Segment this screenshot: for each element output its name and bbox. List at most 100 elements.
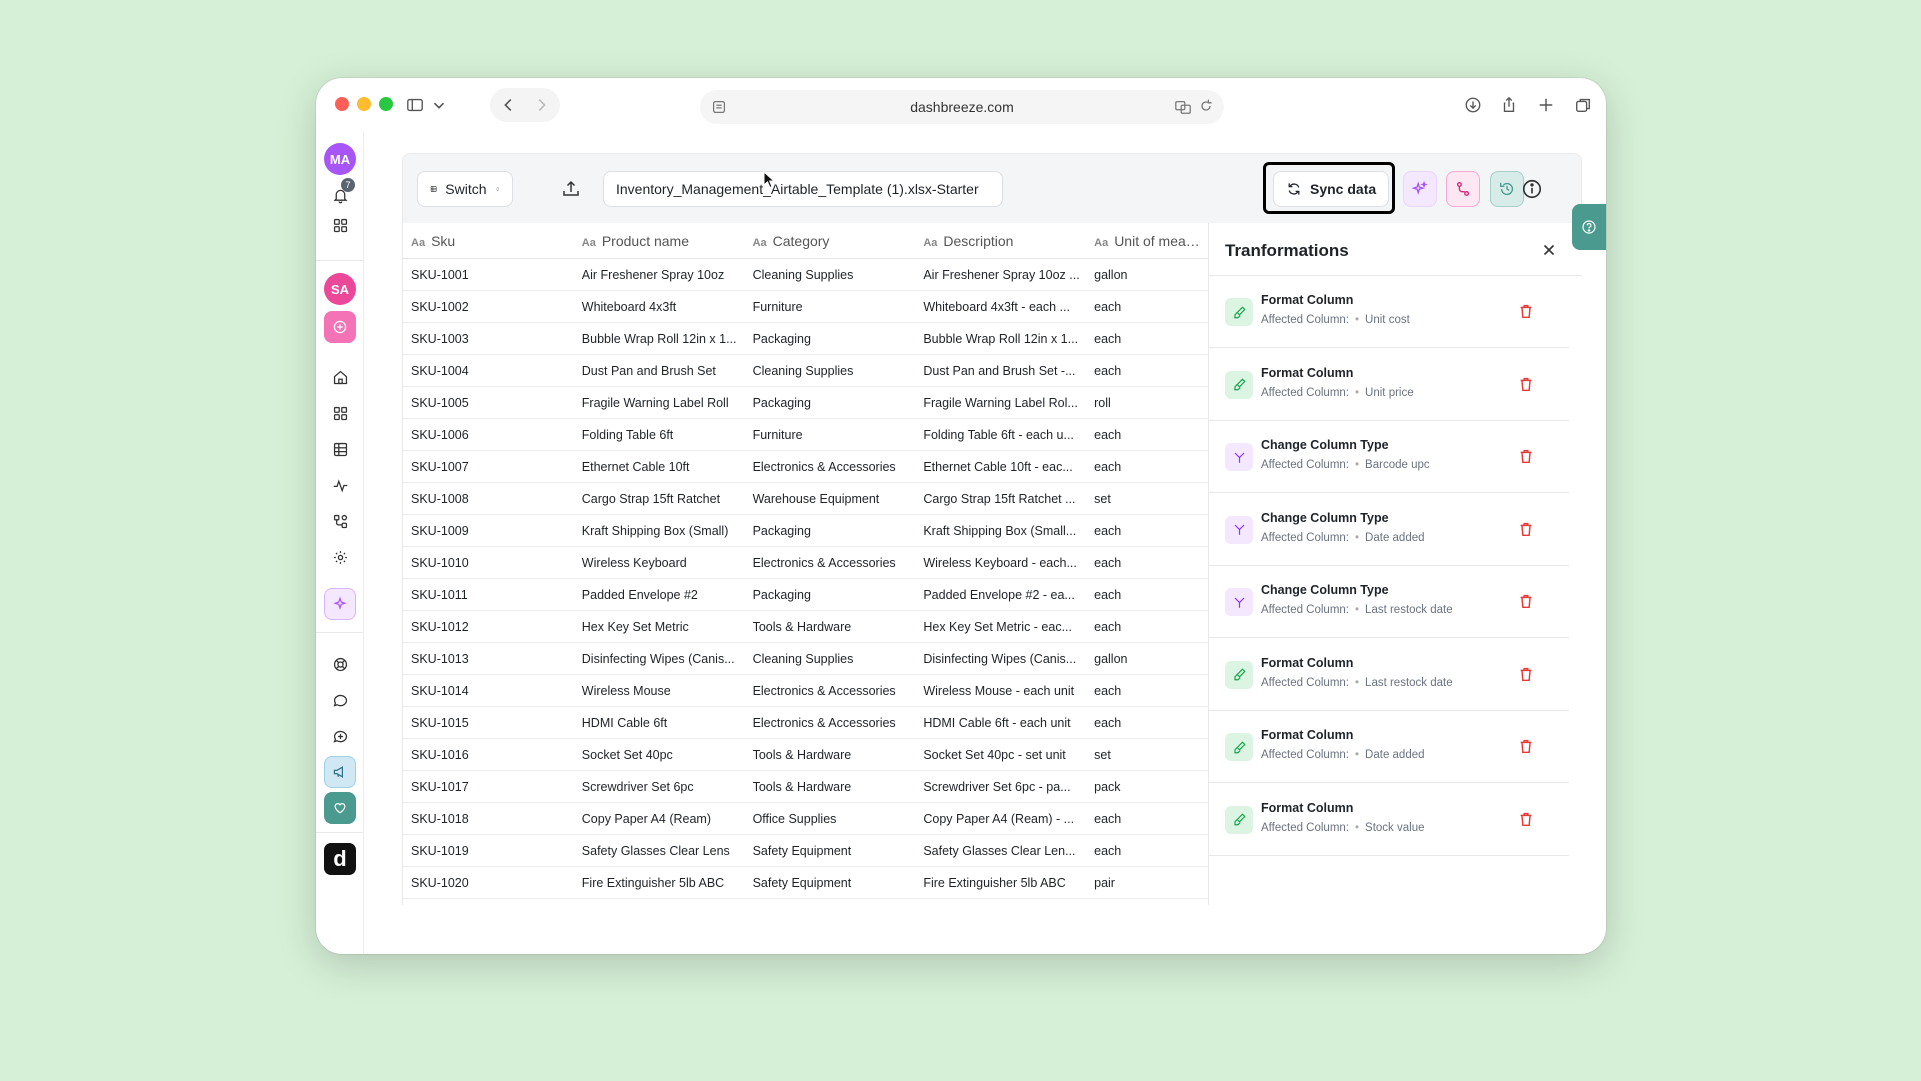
info-button[interactable] <box>1521 178 1543 200</box>
table-row[interactable]: SKU-1020 Fire Extinguisher 5lb ABC Safety … <box>403 867 1208 899</box>
table-cell[interactable]: roll <box>1086 396 1208 410</box>
table-cell[interactable]: Screwdriver Set 6pc - pa... <box>915 780 1086 794</box>
table-cell[interactable]: Electronics & Accessories <box>745 460 916 474</box>
table-cell[interactable]: Dust Pan and Brush Set <box>574 364 745 378</box>
table-cell[interactable]: Socket Set 40pc <box>574 748 745 762</box>
table-cell[interactable]: SKU-1006 <box>403 428 574 442</box>
sidebar-toggle-icon[interactable] <box>402 91 428 119</box>
close-window-button[interactable] <box>335 97 349 111</box>
table-cell[interactable]: Cargo Strap 15ft Ratchet ... <box>915 492 1086 506</box>
table-row[interactable]: SKU-1007 Ethernet Cable 10ft Electronics &… <box>403 451 1208 483</box>
table-cell[interactable]: Safety Glasses Clear Lens <box>574 844 745 858</box>
transformation-item[interactable]: Format Column Affected Column: • Date added <box>1209 711 1569 783</box>
transformation-item[interactable]: Format Column Affected Column: • Unit cost <box>1209 276 1569 348</box>
table-cell[interactable]: Furniture <box>745 300 916 314</box>
sync-data-button[interactable]: Sync data <box>1273 171 1390 207</box>
app-logo[interactable]: d <box>323 842 357 876</box>
table-cell[interactable]: gallon <box>1086 652 1208 666</box>
forward-arrow-icon[interactable] <box>528 91 554 119</box>
table-cell[interactable]: Air Freshener Spray 10oz <box>574 268 745 282</box>
table-cell[interactable]: SKU-1020 <box>403 876 574 890</box>
table-cell[interactable]: Warehouse Equipment <box>745 492 916 506</box>
new-tab-icon[interactable] <box>1533 91 1559 119</box>
trash-icon[interactable] <box>1517 375 1535 393</box>
table-cell[interactable]: Packaging <box>745 332 916 346</box>
table-cell[interactable]: Fire Extinguisher 5lb ABC <box>915 876 1086 890</box>
table-cell[interactable]: SKU-1016 <box>403 748 574 762</box>
file-name-field[interactable]: Inventory_Management_Airtable_Template (… <box>603 171 1003 207</box>
table-cell[interactable]: Padded Envelope #2 <box>574 588 745 602</box>
upload-button[interactable] <box>553 171 589 207</box>
transform-button[interactable] <box>1446 171 1480 207</box>
table-cell[interactable]: Tools & Hardware <box>745 780 916 794</box>
table-cell[interactable]: set <box>1086 748 1208 762</box>
table-cell[interactable]: Disinfecting Wipes (Canis... <box>574 652 745 666</box>
table-cell[interactable]: SKU-1009 <box>403 524 574 538</box>
table-cell[interactable]: Whiteboard 4x3ft - each ... <box>915 300 1086 314</box>
table-cell[interactable]: SKU-1007 <box>403 460 574 474</box>
tab-overview-icon[interactable] <box>1570 91 1596 119</box>
table-cell[interactable]: Disinfecting Wipes (Canis... <box>915 652 1086 666</box>
table-row[interactable]: SKU-1002 Whiteboard 4x3ft Furniture Whitebo… <box>403 291 1208 323</box>
table-cell[interactable]: set <box>1086 492 1208 506</box>
table-cell[interactable]: Air Freshener Spray 10oz ... <box>915 268 1086 282</box>
column-header[interactable]: Aa Unit of measure <box>1086 233 1208 249</box>
table-cell[interactable]: SKU-1002 <box>403 300 574 314</box>
table-cell[interactable]: Packaging <box>745 524 916 538</box>
trash-icon[interactable] <box>1517 302 1535 320</box>
table-cell[interactable]: SKU-1017 <box>403 780 574 794</box>
table-row[interactable]: SKU-1005 Fragile Warning Label Roll Packag… <box>403 387 1208 419</box>
table-cell[interactable]: Kraft Shipping Box (Small) <box>574 524 745 538</box>
table-cell[interactable]: Packaging <box>745 588 916 602</box>
table-cell[interactable]: Electronics & Accessories <box>745 684 916 698</box>
reload-icon[interactable] <box>1198 98 1214 114</box>
table-cell[interactable]: SKU-1008 <box>403 492 574 506</box>
table-cell[interactable]: Tools & Hardware <box>745 620 916 634</box>
home-button[interactable] <box>323 360 357 394</box>
page-menu-icon[interactable] <box>710 98 728 116</box>
table-cell[interactable]: each <box>1086 844 1208 858</box>
switch-button[interactable]: Switch <box>417 171 513 207</box>
transformation-item[interactable]: Change Column Type Affected Column: • Last … <box>1209 566 1569 638</box>
workflows-button[interactable] <box>323 504 357 538</box>
apps-button[interactable] <box>323 208 357 242</box>
table-cell[interactable]: SKU-1019 <box>403 844 574 858</box>
table-cell[interactable]: each <box>1086 812 1208 826</box>
minimize-window-button[interactable] <box>357 97 371 111</box>
table-cell[interactable]: Ethernet Cable 10ft <box>574 460 745 474</box>
table-row[interactable]: SKU-1006 Folding Table 6ft Furniture Foldin… <box>403 419 1208 451</box>
close-panel-button[interactable] <box>1540 241 1558 259</box>
table-cell[interactable]: Electronics & Accessories <box>745 556 916 570</box>
transformation-item[interactable]: Format Column Affected Column: • Unit price <box>1209 349 1569 421</box>
workspace-avatar[interactable]: MA <box>323 142 357 176</box>
column-header[interactable]: Aa Category <box>745 233 916 249</box>
column-header[interactable]: Aa Product name <box>574 233 745 249</box>
column-header[interactable]: Aa Sku <box>403 233 574 249</box>
table-cell[interactable]: HDMI Cable 6ft <box>574 716 745 730</box>
table-row[interactable]: SKU-1019 Safety Glasses Clear Lens Safety … <box>403 835 1208 867</box>
favorites-button[interactable] <box>323 791 357 825</box>
column-header[interactable]: Aa Description <box>915 233 1086 249</box>
table-cell[interactable]: Electronics & Accessories <box>745 716 916 730</box>
table-cell[interactable]: each <box>1086 524 1208 538</box>
url-bar[interactable]: dashbreeze.com <box>700 90 1224 124</box>
table-row[interactable]: SKU-1004 Dust Pan and Brush Set Cleaning S… <box>403 355 1208 387</box>
chevron-down-icon[interactable] <box>430 91 448 119</box>
trash-icon[interactable] <box>1517 810 1535 828</box>
table-row[interactable]: SKU-1003 Bubble Wrap Roll 12in x 1... Pack… <box>403 323 1208 355</box>
table-cell[interactable]: Hex Key Set Metric - eac... <box>915 620 1086 634</box>
table-cell[interactable]: each <box>1086 300 1208 314</box>
table-cell[interactable]: Cleaning Supplies <box>745 364 916 378</box>
transformation-item[interactable]: Format Column Affected Column: • Last resto… <box>1209 639 1569 711</box>
table-cell[interactable]: each <box>1086 556 1208 570</box>
table-cell[interactable]: each <box>1086 620 1208 634</box>
table-cell[interactable]: Padded Envelope #2 - ea... <box>915 588 1086 602</box>
trash-icon[interactable] <box>1517 447 1535 465</box>
chat-button[interactable] <box>323 683 357 717</box>
zoom-window-button[interactable] <box>379 97 393 111</box>
add-button[interactable] <box>323 310 357 344</box>
support-button[interactable] <box>323 647 357 681</box>
table-cell[interactable]: Dust Pan and Brush Set -... <box>915 364 1086 378</box>
notifications-button[interactable]: 7 <box>323 178 357 212</box>
table-row[interactable]: SKU-1010 Wireless Keyboard Electronics & A… <box>403 547 1208 579</box>
